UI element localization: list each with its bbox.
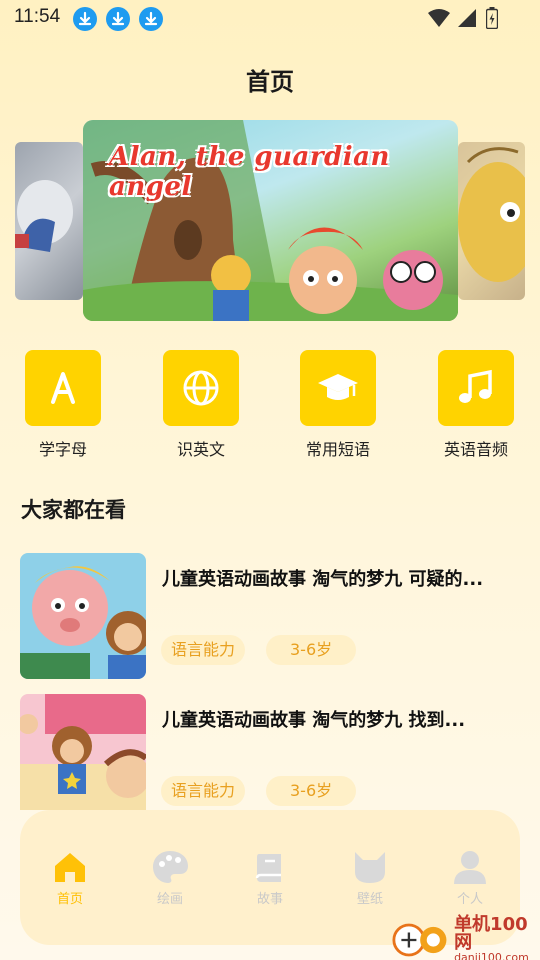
watermark-url: danji100.com (454, 951, 529, 960)
download-icon (139, 7, 163, 31)
banner-next-card[interactable] (458, 142, 525, 300)
nav-drawing[interactable]: 绘画 (130, 848, 210, 907)
music-note-icon (438, 350, 514, 426)
nav-label: 故事 (256, 892, 283, 907)
banner-title: Alan, the guardian angel (109, 142, 390, 202)
tag-badge: 语言能力 (161, 635, 246, 665)
category-words[interactable]: 识英文 (146, 350, 256, 460)
video-thumbnail (20, 694, 146, 820)
category-phrases[interactable]: 常用短语 (283, 350, 393, 460)
palette-icon (153, 851, 188, 883)
home-icon (55, 853, 85, 882)
graduation-cap-icon (300, 350, 376, 426)
wifi-icon (428, 9, 450, 27)
watermark-name: 单机100网 (454, 914, 528, 953)
category-label: 学字母 (38, 440, 87, 459)
nav-home[interactable]: 首页 (30, 848, 110, 907)
book-icon (255, 854, 281, 882)
cartoon-illustration (20, 553, 146, 679)
category-audio[interactable]: 英语音频 (421, 350, 531, 460)
tag-badge: 语言能力 (161, 776, 246, 806)
category-label: 常用短语 (305, 440, 370, 459)
cartoon-illustration (20, 694, 146, 810)
battery-icon (486, 7, 498, 29)
category-letters[interactable]: 学字母 (8, 350, 118, 460)
list-item[interactable]: 儿童英语动画故事 淘气的梦九 可疑的... 语言能力 3-6岁 (20, 553, 520, 679)
category-label: 英语音频 (443, 440, 508, 459)
tag-badge: 3-6岁 (266, 776, 357, 806)
nav-label: 壁纸 (356, 892, 383, 907)
list-item[interactable]: 儿童英语动画故事 淘气的梦九 找到... 语言能力 3-6岁 (20, 694, 520, 820)
nav-label: 个人 (456, 892, 483, 907)
nav-wallpaper[interactable]: 壁纸 (330, 848, 410, 907)
page-title: 首页 (246, 68, 294, 96)
section-title: 大家都在看 (21, 498, 126, 522)
status-time: 11:54 (14, 6, 61, 27)
nav-profile[interactable]: 个人 (430, 848, 510, 907)
tag-badge: 3-6岁 (266, 635, 357, 665)
cartoon-illustration (458, 147, 525, 282)
item-title: 儿童英语动画故事 淘气的梦九 找到... (162, 710, 466, 731)
nav-label: 绘画 (156, 892, 183, 907)
category-label: 识英文 (176, 440, 225, 459)
nav-stories[interactable]: 故事 (230, 848, 310, 907)
cartoon-illustration (15, 180, 73, 252)
video-thumbnail (20, 553, 146, 679)
download-icon (106, 7, 130, 31)
banner-prev-card[interactable] (15, 142, 83, 300)
letter-a-icon (25, 350, 101, 426)
watermark-logo-icon (392, 923, 447, 956)
nav-label: 首页 (56, 892, 83, 907)
person-icon (454, 851, 486, 884)
item-title: 儿童英语动画故事 淘气的梦九 可疑的... (162, 569, 484, 590)
banner-slide[interactable]: Alan, the guardian angel (83, 120, 458, 321)
cat-face-icon (355, 852, 385, 883)
globe-icon (163, 350, 239, 426)
signal-icon (458, 9, 476, 27)
download-icon (73, 7, 97, 31)
watermark: 单机100网 danji100.com (392, 916, 540, 960)
status-bar: 11:54 (0, 0, 540, 38)
